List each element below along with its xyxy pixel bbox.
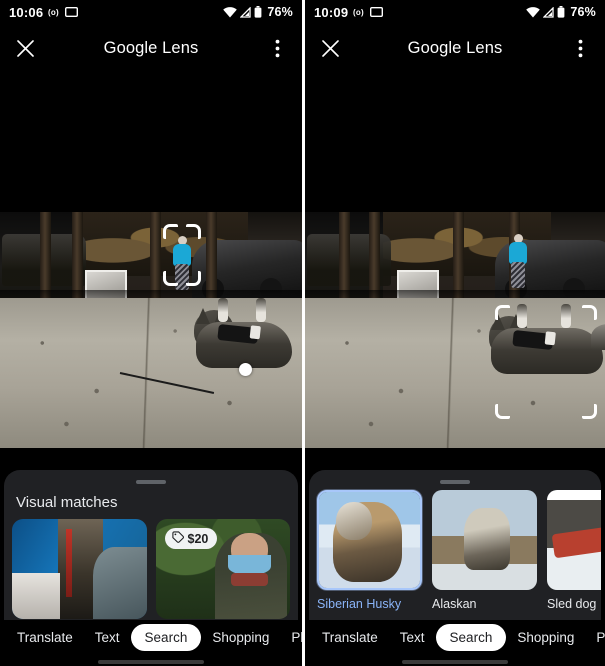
- price-badge-label: $20: [187, 531, 209, 546]
- cell-signal-icon: [542, 5, 555, 18]
- cell-signal-icon: [239, 5, 252, 18]
- tab-text[interactable]: Text: [84, 624, 131, 651]
- wifi-icon: [526, 6, 541, 18]
- tab-places[interactable]: Places: [280, 624, 302, 651]
- cast-icon: (o): [353, 8, 365, 17]
- battery-percent-label: 76%: [267, 5, 293, 19]
- result-card-row: Siberian Husky Alaskan Sled dog: [309, 484, 601, 611]
- app-bar: Google Lens: [0, 26, 302, 70]
- drag-handle-dot-icon[interactable]: [239, 363, 252, 376]
- mode-tab-bar: Translate Text Search Shopping Places: [305, 620, 605, 654]
- tab-translate[interactable]: Translate: [6, 624, 84, 651]
- result-label: Sled dog: [547, 597, 597, 611]
- gesture-home-bar[interactable]: [98, 660, 204, 664]
- mode-tab-bar: Translate Text Search Shopping Places: [0, 620, 302, 654]
- svg-text:(o): (o): [353, 8, 364, 17]
- page-title: Google Lens: [103, 38, 199, 57]
- tab-search[interactable]: Search: [130, 623, 202, 651]
- page-title: Google Lens: [407, 38, 503, 57]
- close-icon[interactable]: [12, 35, 38, 61]
- price-tag-icon: [171, 531, 184, 546]
- app-bar: Google Lens: [305, 26, 605, 70]
- camera-viewfinder[interactable]: [305, 212, 605, 448]
- battery-percent-label: 76%: [570, 5, 596, 19]
- visual-matches-card-row: $20: [4, 519, 298, 619]
- status-bar: 10:09 (o) 76%: [305, 0, 605, 24]
- svg-text:(o): (o): [48, 8, 59, 17]
- result-card-siberian-husky[interactable]: Siberian Husky: [317, 490, 422, 611]
- visual-matches-title: Visual matches: [16, 494, 118, 511]
- results-bottom-sheet: Visual matches $20: [4, 470, 298, 620]
- battery-icon: [557, 6, 565, 18]
- close-icon[interactable]: [317, 35, 343, 61]
- tab-text[interactable]: Text: [389, 624, 436, 651]
- tab-translate[interactable]: Translate: [311, 624, 389, 651]
- screen-cast-icon: [65, 6, 79, 18]
- cyclist-subject: [505, 232, 531, 290]
- more-vertical-icon[interactable]: [567, 35, 593, 61]
- focus-reticle-icon[interactable]: [495, 305, 597, 419]
- visual-match-card-1[interactable]: [12, 519, 147, 619]
- visual-match-card-2[interactable]: $20: [155, 519, 290, 619]
- status-bar: 10:06 (o) 76%: [0, 0, 302, 24]
- cast-icon: (o): [48, 8, 60, 17]
- phone-screen-left: 10:06 (o) 76% Google Lens Visual matches…: [0, 0, 302, 666]
- phone-screen-right: 10:09 (o) 76% Google Lens Siberian Husky…: [305, 0, 605, 666]
- tab-search[interactable]: Search: [435, 623, 507, 651]
- result-label: Siberian Husky: [317, 597, 402, 611]
- results-bottom-sheet: Siberian Husky Alaskan Sled dog: [309, 470, 601, 620]
- status-bar-right: 76%: [526, 5, 596, 19]
- focus-reticle-icon[interactable]: [163, 224, 201, 286]
- price-badge: $20: [164, 528, 218, 549]
- result-card-sled-dog[interactable]: Sled dog: [547, 490, 601, 611]
- result-thumbnail: [317, 490, 422, 590]
- status-bar-left: 10:06 (o): [9, 4, 79, 20]
- status-bar-right: 76%: [223, 5, 293, 19]
- result-thumbnail: [432, 490, 537, 590]
- result-card-alaskan[interactable]: Alaskan: [432, 490, 537, 611]
- result-label: Alaskan: [432, 597, 477, 611]
- wifi-icon: [223, 6, 238, 18]
- status-clock: 10:06: [9, 4, 44, 20]
- street-scene-photo: [0, 212, 302, 448]
- tab-shopping[interactable]: Shopping: [201, 624, 280, 651]
- camera-viewfinder[interactable]: [0, 212, 302, 448]
- screen-cast-icon: [370, 6, 384, 18]
- gesture-home-bar[interactable]: [402, 660, 508, 664]
- status-bar-left: 10:09 (o): [314, 4, 384, 20]
- result-thumbnail: [547, 490, 601, 590]
- dual-screenshot-comparison: 10:06 (o) 76% Google Lens Visual matches…: [0, 0, 605, 666]
- more-vertical-icon[interactable]: [264, 35, 290, 61]
- tab-shopping[interactable]: Shopping: [506, 624, 585, 651]
- status-clock: 10:09: [314, 4, 349, 20]
- tab-places[interactable]: Places: [585, 624, 605, 651]
- battery-icon: [254, 6, 262, 18]
